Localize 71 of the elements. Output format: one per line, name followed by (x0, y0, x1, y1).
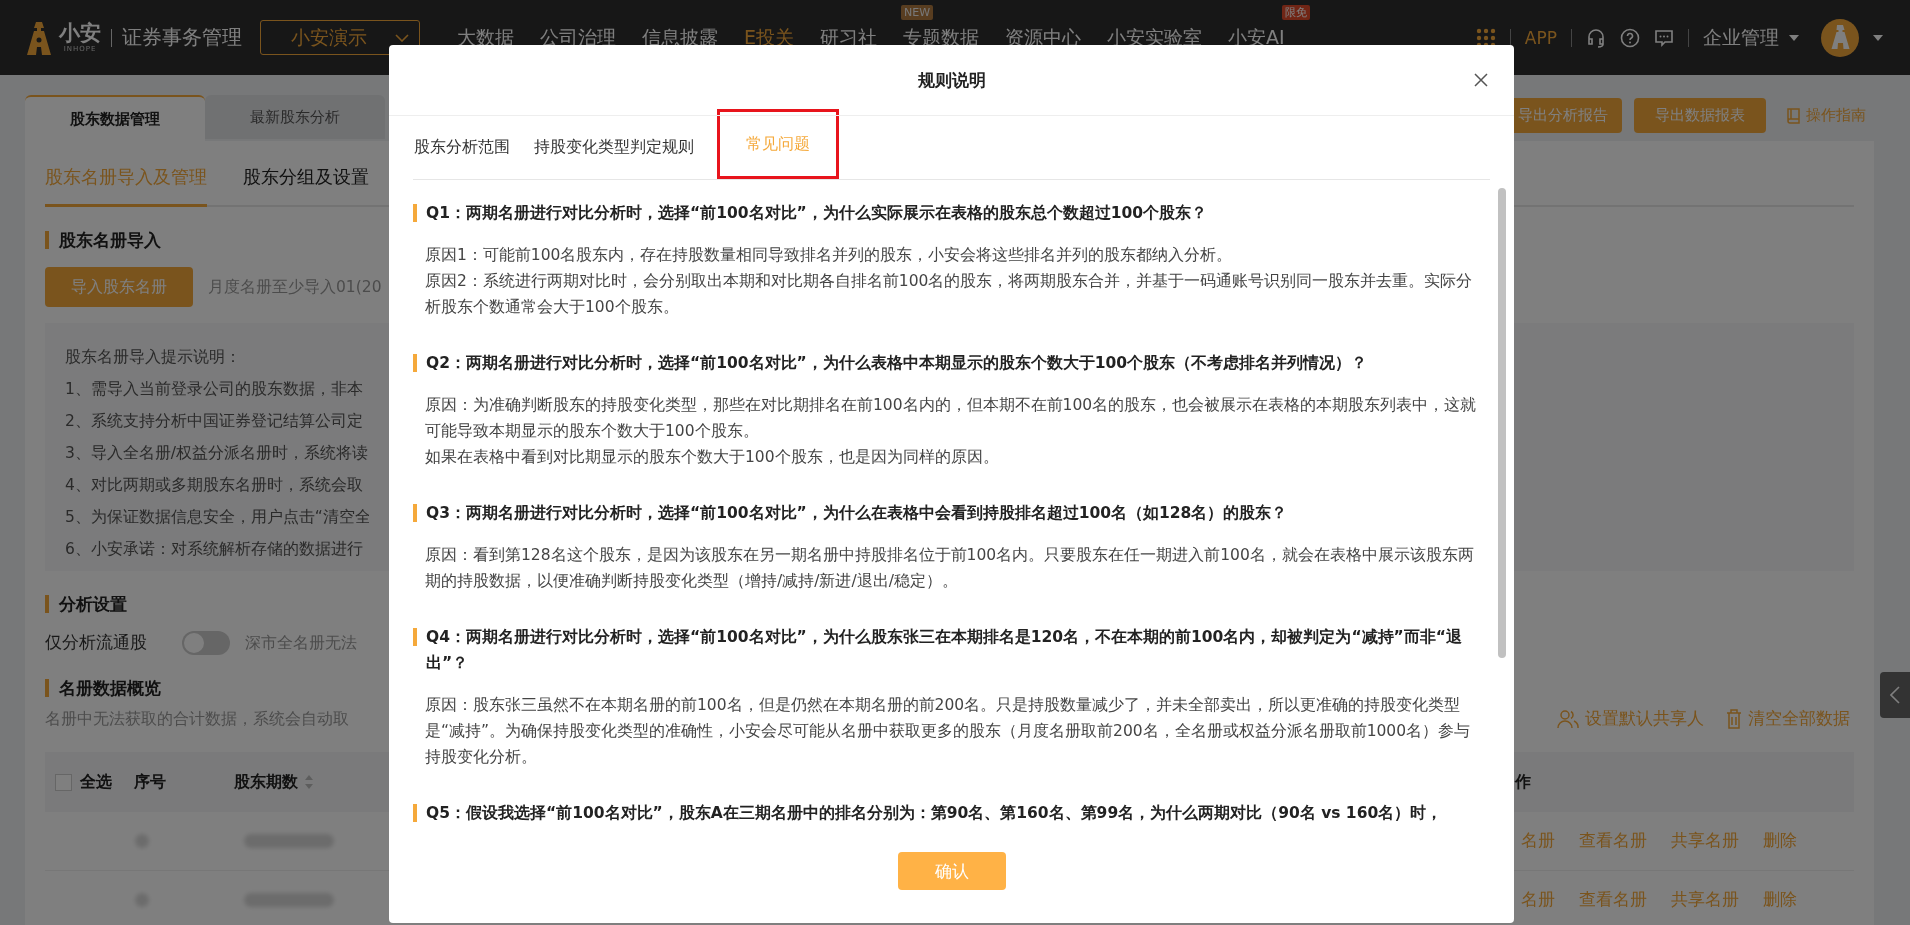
guide-link[interactable]: 操作指南 (1786, 106, 1866, 125)
question-marker (413, 354, 417, 372)
caret-icon[interactable] (1873, 34, 1883, 41)
overview-link[interactable]: 清空全部数据 (1726, 707, 1850, 730)
confirm-button[interactable]: 确认 (897, 852, 1006, 890)
row-action-link[interactable]: 名册 (1521, 889, 1555, 911)
import-button[interactable]: 导入股东名册 (45, 267, 193, 307)
dialog-tab[interactable]: 持股变化类型判定规则 (533, 116, 695, 179)
product-name: 证券事务管理 (122, 24, 242, 51)
menu-badge: 限免 (1282, 4, 1310, 20)
answer-text: 原因：股东张三虽然不在本期名册的前100名，但是仍然在本期名册的前200名。只是持股数量减少了，并未全部卖出，所以更准确的持股变化类型是“减持”。为确保持股变化类型的准确性，小安会尽可能从名册中获取更多的股东（月度名册取前200名，全名册或权益分派名册取前1000名）参与持股变化分析。 (424, 695, 1472, 768)
question-marker (413, 628, 417, 646)
column-header: 股东期数 (234, 771, 298, 793)
page-tab[interactable]: 股东数据管理 (25, 95, 205, 141)
question-marker (413, 504, 417, 522)
question-text: Q3：两期名册进行对比分析时，选择“前100名对比”，为什么在表格中会看到持股排名超过100名（如128名）的股东？ (426, 503, 1288, 524)
toggle-switch[interactable] (182, 631, 230, 655)
question-text: Q4：两期名册进行对比分析时，选择“前100名对比”，为什么股东张三在本期排名是120名，不在本期的前100名内，却被判定为“减持”而非“退出”？ (426, 627, 1463, 674)
checkbox[interactable] (55, 773, 72, 791)
column-header: 全选 (80, 771, 112, 793)
brand-name: 小安 (59, 21, 101, 45)
column-header: 作 (1515, 771, 1532, 793)
answer-text: 原因1：可能前100名股东内，存在持股数量相同导致排名并列的股东，小安会将这些排名并列的股东都纳入分析。 (424, 245, 1234, 266)
chevron-down-icon (395, 33, 409, 42)
sub-tab[interactable]: 股东分组及设置 (243, 165, 369, 205)
scrollbar-thumb[interactable] (1498, 188, 1506, 658)
note-text: 3、导入全名册/权益分派名册时，系统将读 (65, 443, 369, 464)
book-icon (1786, 106, 1802, 125)
account-menu[interactable]: 企业管理 (1703, 24, 1799, 51)
close-icon[interactable] (1474, 73, 1488, 87)
message-icon[interactable] (1654, 27, 1674, 48)
app-link[interactable]: APP (1524, 27, 1557, 48)
answer-text: 如果在表格中看到对比期显示的股东个数大于100个股东，也是因为同样的原因。 (424, 447, 1000, 468)
answer-text: 原因：看到第128名这个股东，是因为该股东在另一期名册中持股排名位于前100名内。只要股东在任一期进入前100名，就会在表格中展示该股东两期的持股数据，以便准确判断持股变化类型（增持/减持/新进/退出/稳定）。 (424, 545, 1475, 592)
question-text: Q2：两期名册进行对比分析时，选择“前100名对比”，为什么表格中本期显示的股东个数大于100个股东（不考虑排名并列情况）？ (426, 353, 1368, 374)
headset-icon[interactable] (1586, 27, 1606, 48)
overview-link[interactable]: 设置默认共享人 (1557, 707, 1704, 730)
note-text: 6、小安承诺：对系统解析存储的数据进行 (65, 539, 364, 560)
question-text: Q5：假设我选择“前100名对比”，股东A在三期名册中的排名分别为：第90名、第160名、第99名，为什么两期对比（90名 vs 160名）时， (426, 803, 1443, 824)
export-button[interactable]: 导出数据报表 (1634, 98, 1766, 133)
page-tab[interactable]: 最新股东分析 (205, 95, 385, 139)
dialog-tab[interactable]: 常见问题 (717, 109, 839, 179)
trash-icon (1726, 708, 1742, 729)
row-action-link[interactable]: 查看名册 (1579, 889, 1647, 911)
column-header: 序号 (134, 771, 166, 793)
row-action-link[interactable]: 查看名册 (1579, 830, 1647, 852)
row-action-link[interactable]: 删除 (1763, 830, 1797, 852)
users-icon (1557, 708, 1579, 729)
dialog-title: 规则说明 (917, 68, 986, 92)
question-marker (413, 804, 417, 822)
logo-icon (27, 20, 51, 55)
note-text: 4、对比两期或多期股东名册时，系统会取 (65, 475, 364, 496)
caret-icon (1789, 34, 1799, 41)
question-text: Q1：两期名册进行对比分析时，选择“前100名对比”，为什么实际展示在表格的股东总个数超过100个股东？ (426, 203, 1208, 224)
row-action-link[interactable]: 名册 (1521, 830, 1555, 852)
sub-tab[interactable]: 股东名册导入及管理 (45, 165, 207, 207)
note-text: 2、系统支持分析中国证券登记结算公司定 (65, 411, 364, 432)
answer-text: 原因：为准确判断股东的持股变化类型，那些在对比期排名在前100名内的，但本期不在前100名的股东，也会被展示在表格的本期股东列表中，这就可能导致本期显示的股东个数大于100个股东。 (424, 395, 1478, 442)
question-marker (413, 204, 417, 222)
avatar-icon[interactable] (1821, 18, 1859, 57)
note-text: 1、需导入当前登录公司的股东数据，非本 (65, 379, 364, 400)
menu-badge: NEW (901, 4, 934, 20)
help-icon[interactable] (1620, 27, 1640, 48)
row-action-link[interactable]: 共享名册 (1671, 889, 1739, 911)
dialog-tab[interactable]: 股东分析范围 (413, 116, 511, 179)
toggle-label: 仅分析流通股 (45, 632, 147, 654)
chevron-left-icon (1890, 686, 1900, 704)
row-action-link[interactable]: 共享名册 (1671, 830, 1739, 852)
note-text: 股东名册导入提示说明： (65, 347, 242, 368)
row-action-link[interactable]: 删除 (1763, 889, 1797, 911)
answer-text: 原因2：系统进行两期对比时，会分别取出本期和对比期各自排名前100名的股东，将两期股东合并，并基于一码通账号识别同一股东并去重。实际分析股东个数通常会大于100个股东。 (424, 271, 1474, 318)
